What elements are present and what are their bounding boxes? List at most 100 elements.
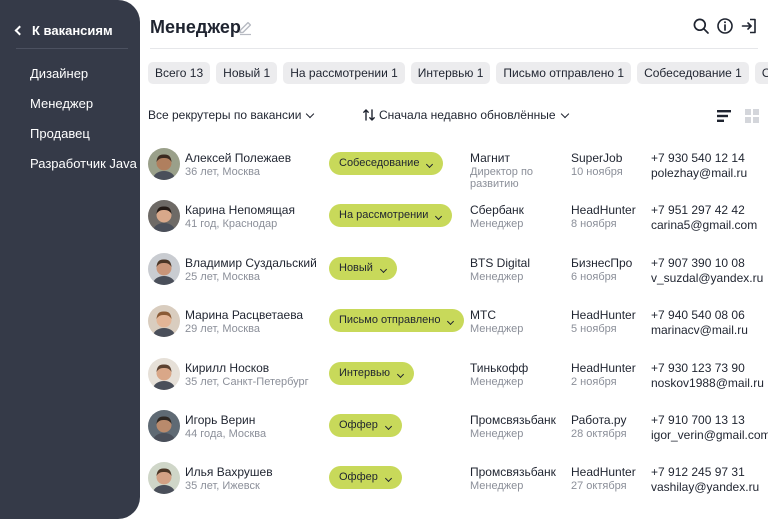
sidebar-divider xyxy=(16,48,128,49)
recruiter-dropdown[interactable]: Все рекрутеры по вакансии xyxy=(148,108,315,122)
avatar[interactable] xyxy=(148,148,180,180)
chip-new[interactable]: Новый 1 xyxy=(216,62,278,84)
chevron-down-icon xyxy=(426,160,434,169)
status-dropdown[interactable]: Оффер xyxy=(329,413,402,437)
candidate-age-city: 36 лет, Москва xyxy=(185,166,260,178)
status-label: Интервью xyxy=(339,366,390,379)
candidate-name[interactable]: Карина Непомящая xyxy=(185,203,295,217)
source-name: HeadHunter xyxy=(571,465,636,480)
candidate-name[interactable]: Алексей Полежаев xyxy=(185,151,291,165)
candidate-row[interactable]: Кирилл Носков 35 лет, Санкт-Петербург Инте… xyxy=(140,354,768,406)
phone-number[interactable]: +7 930 123 73 90 xyxy=(651,361,745,375)
candidate-name[interactable]: Илья Вахрушев xyxy=(185,465,273,479)
chevron-down-icon xyxy=(447,318,455,326)
chip-interview[interactable]: Интервью 1 xyxy=(410,62,491,84)
status-dropdown[interactable]: На рассмотрении xyxy=(329,204,453,228)
candidate-age-city: 44 года, Москва xyxy=(185,427,267,440)
sidebar: К вакансиям Дизайнер Менеджер Продавец Р… xyxy=(0,0,140,519)
phone-number[interactable]: +7 907 390 10 08 xyxy=(651,256,745,270)
candidate-age-city: 25 лет, Москва xyxy=(185,270,260,283)
source-date: 5 ноября xyxy=(571,323,617,336)
company-name: Промсвязьбанк xyxy=(470,465,556,480)
source-name: SuperJob xyxy=(571,151,623,165)
chevron-down-icon xyxy=(396,370,405,378)
sort-arrows-icon xyxy=(363,109,375,121)
job-title: Менеджер xyxy=(470,375,524,388)
source-name: БизнесПро xyxy=(571,255,633,270)
source-name: HeadHunter xyxy=(571,308,636,323)
email-address[interactable]: polezhay@mail.ru xyxy=(651,166,747,180)
company-name: МТС xyxy=(470,308,496,323)
phone-number[interactable]: +7 940 540 08 06 xyxy=(651,308,745,322)
vacancy-list: Дизайнер Менеджер Продавец Разработчик J… xyxy=(30,66,137,186)
sidebar-item-java-developer[interactable]: Разработчик Java xyxy=(30,156,137,186)
candidate-row[interactable]: Марина Расцветаева 29 лет, Москва Письмо о… xyxy=(140,301,768,353)
grid-view-icon[interactable] xyxy=(744,108,760,124)
phone-number[interactable]: +7 912 245 97 31 xyxy=(651,465,745,479)
candidate-name[interactable]: Марина Расцветаева xyxy=(185,308,303,322)
email-address[interactable]: noskov1988@mail.ru xyxy=(651,376,764,390)
job-title: Менеджер xyxy=(470,218,524,231)
chevron-down-icon xyxy=(384,475,392,483)
sidebar-item-manager[interactable]: Менеджер xyxy=(30,96,137,126)
chevron-left-icon xyxy=(14,25,25,35)
sidebar-item-designer[interactable]: Дизайнер xyxy=(30,66,137,96)
status-label: Письмо отправлено xyxy=(339,314,441,327)
avatar[interactable] xyxy=(148,409,180,442)
status-dropdown[interactable]: Письмо отправлено xyxy=(329,309,465,333)
source-date: 27 октября xyxy=(571,480,627,493)
candidate-row[interactable]: Игорь Верин 44 года, Москва Оффер Промсвязь… xyxy=(140,406,768,458)
source-date: 28 октября xyxy=(571,427,627,440)
search-icon[interactable] xyxy=(692,17,710,35)
status-label: Собеседование xyxy=(339,157,420,169)
status-filter-chips: Всего 13 Новый 1 На рассмотрении 1 Интер… xyxy=(148,62,768,84)
back-to-vacancies-link[interactable]: К вакансиям xyxy=(14,21,113,39)
candidate-row[interactable]: Карина Непомящая 41 год, Краснодар На расс… xyxy=(140,196,768,248)
chip-under-review[interactable]: На рассмотрении 1 xyxy=(283,62,405,84)
logout-icon[interactable] xyxy=(740,17,758,35)
candidate-age-city: 29 лет, Москва xyxy=(185,323,260,336)
status-dropdown[interactable]: Собеседование xyxy=(329,152,444,175)
avatar[interactable] xyxy=(148,357,180,390)
chip-offer[interactable]: Оффе xyxy=(754,62,768,84)
email-address[interactable]: vashilay@yandex.ru xyxy=(651,480,759,494)
avatar[interactable] xyxy=(148,252,180,285)
chip-all[interactable]: Всего 13 xyxy=(148,62,211,84)
chevron-down-icon xyxy=(560,109,569,118)
status-label: Оффер xyxy=(339,418,378,431)
candidate-age-city: 35 лет, Ижевск xyxy=(185,480,260,493)
candidate-row[interactable]: Владимир Суздальский 25 лет, Москва Новый B… xyxy=(140,249,768,301)
email-address[interactable]: v_suzdal@yandex.ru xyxy=(651,271,763,285)
status-dropdown[interactable]: Интервью xyxy=(329,361,414,385)
candidate-name[interactable]: Кирилл Носков xyxy=(185,361,269,375)
candidate-row[interactable]: Алексей Полежаев 36 лет, Москва Собеседова… xyxy=(140,144,768,196)
list-view-icon[interactable] xyxy=(716,108,732,124)
status-dropdown[interactable]: Оффер xyxy=(329,466,402,490)
job-title: Менеджер xyxy=(470,323,524,336)
avatar[interactable] xyxy=(148,462,180,495)
phone-number[interactable]: +7 930 540 12 14 xyxy=(651,151,745,165)
email-address[interactable]: carina5@gmail.com xyxy=(651,218,757,232)
back-label: К вакансиям xyxy=(32,22,113,38)
source-date: 6 ноября xyxy=(571,270,617,283)
candidate-row[interactable]: Илья Вахрушев 35 лет, Ижевск Оффер Промсвяз… xyxy=(140,458,768,510)
filter-row: Все рекрутеры по вакансии Сначала недавн… xyxy=(148,108,760,126)
phone-number[interactable]: +7 910 700 13 13 xyxy=(651,413,745,427)
chip-letter-sent[interactable]: Письмо отправлено 1 xyxy=(496,62,632,84)
candidate-name[interactable]: Владимир Суздальский xyxy=(185,256,317,270)
email-address[interactable]: marinacv@mail.ru xyxy=(651,323,748,337)
status-dropdown[interactable]: Новый xyxy=(329,256,397,280)
candidate-age-city: 41 год, Краснодар xyxy=(185,218,278,231)
candidate-name[interactable]: Игорь Верин xyxy=(185,413,255,427)
header-divider xyxy=(150,48,758,49)
avatar[interactable] xyxy=(148,305,180,338)
sidebar-item-seller[interactable]: Продавец xyxy=(30,126,137,156)
pencil-icon[interactable] xyxy=(237,20,253,36)
chip-meeting[interactable]: Собеседование 1 xyxy=(637,62,749,84)
avatar[interactable] xyxy=(148,200,180,233)
email-address[interactable]: igor_verin@gmail.com xyxy=(651,428,768,442)
sort-dropdown[interactable]: Сначала недавно обновлённые xyxy=(362,108,569,122)
info-icon[interactable] xyxy=(716,17,734,35)
phone-number[interactable]: +7 951 297 42 42 xyxy=(651,203,745,217)
view-switcher xyxy=(716,108,760,124)
